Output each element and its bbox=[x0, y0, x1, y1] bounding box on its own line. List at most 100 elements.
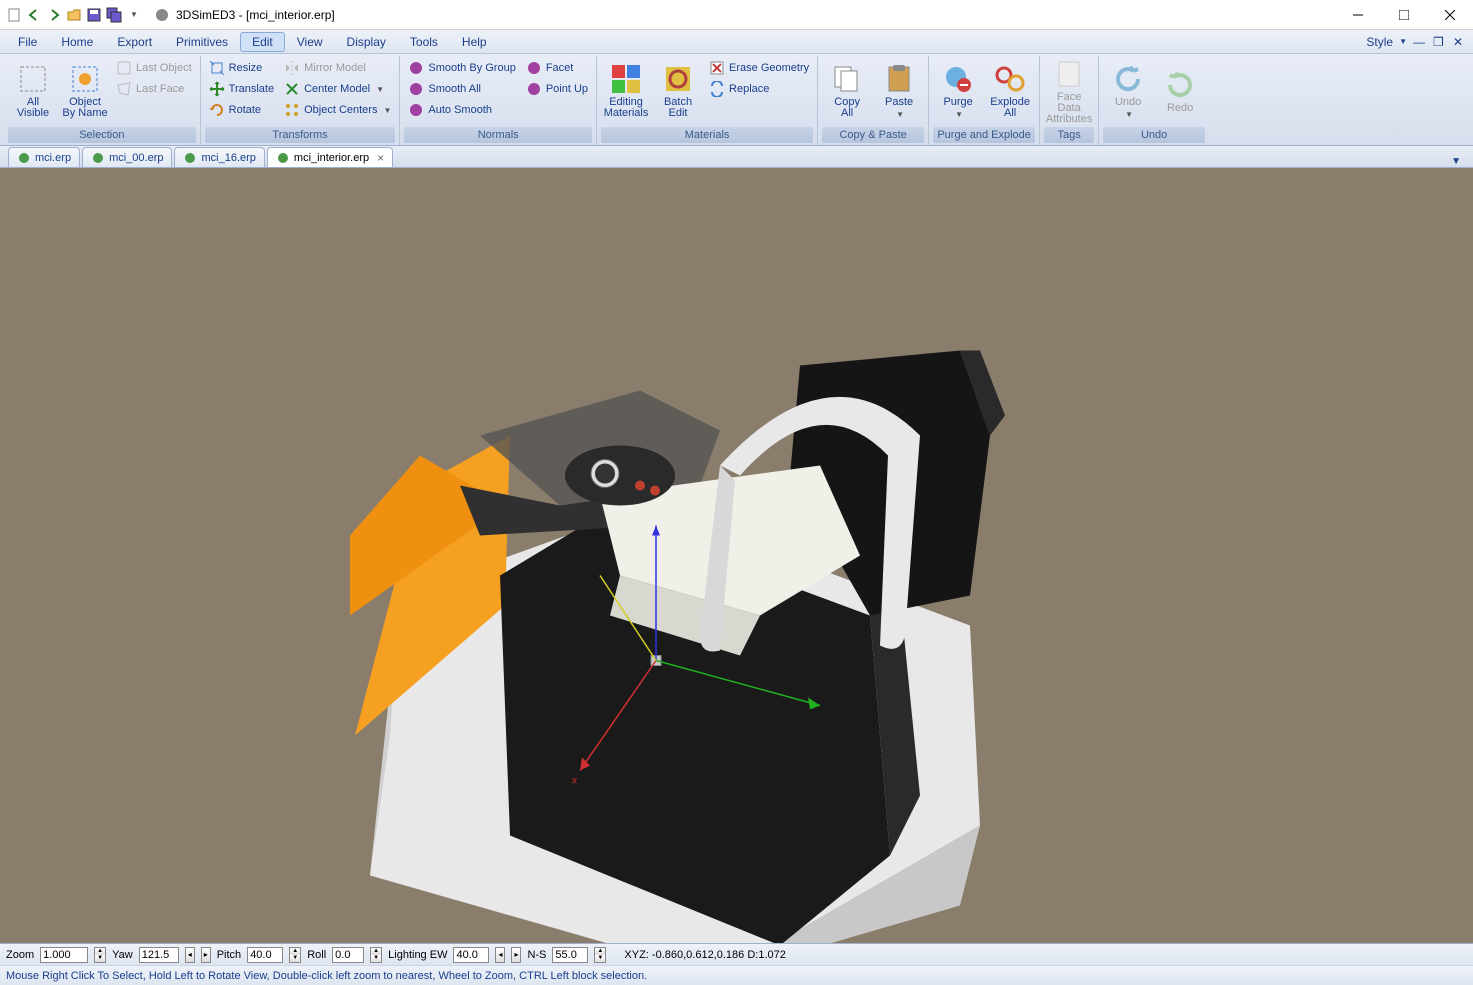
rotate-button[interactable]: Rotate bbox=[205, 100, 278, 120]
erase-geometry-button[interactable]: Erase Geometry bbox=[705, 58, 813, 78]
chevron-down-icon: ▼ bbox=[376, 85, 384, 94]
select-name-icon bbox=[69, 63, 101, 95]
paste-icon bbox=[883, 63, 915, 95]
ribbon-group-tags: Face Data Attributes Tags bbox=[1040, 56, 1099, 145]
ns-input[interactable] bbox=[552, 947, 588, 963]
ribbon-group-normals: Smooth By Group Smooth All Auto Smooth F… bbox=[400, 56, 597, 145]
mdi-minimize-icon[interactable]: — bbox=[1413, 35, 1427, 49]
resize-icon bbox=[209, 60, 225, 76]
yaw-left-button[interactable]: ◂ bbox=[185, 947, 195, 963]
minimize-button[interactable] bbox=[1335, 0, 1381, 30]
tab-mci-00[interactable]: mci_00.erp bbox=[82, 147, 172, 167]
close-tab-icon[interactable]: × bbox=[377, 151, 384, 165]
tab-mci-16[interactable]: mci_16.erp bbox=[174, 147, 264, 167]
object-centers-button[interactable]: Object Centers▼ bbox=[280, 100, 395, 120]
ribbon-group-selection: All Visible Object By Name Last Object L… bbox=[4, 56, 201, 145]
centers-icon bbox=[284, 102, 300, 118]
batch-edit-button[interactable]: Batch Edit bbox=[653, 58, 703, 124]
quick-access-toolbar: ▼ bbox=[0, 7, 148, 23]
copy-all-button[interactable]: Copy All bbox=[822, 58, 872, 124]
facet-button[interactable]: Facet bbox=[522, 58, 592, 78]
viewport-3d[interactable]: x bbox=[0, 168, 1473, 943]
pitch-label: Pitch bbox=[217, 949, 241, 961]
erase-icon bbox=[709, 60, 725, 76]
pitch-input[interactable] bbox=[247, 947, 283, 963]
status-bar-controls: Zoom ▲▼ Yaw ◂ ▸ Pitch ▲▼ Roll ▲▼ Lightin… bbox=[0, 943, 1473, 965]
all-visible-button[interactable]: All Visible bbox=[8, 58, 58, 124]
yaw-right-button[interactable]: ▸ bbox=[201, 947, 211, 963]
center-model-button[interactable]: Center Model▼ bbox=[280, 79, 395, 99]
mdi-close-icon[interactable]: ✕ bbox=[1453, 35, 1467, 49]
last-face-button: Last Face bbox=[112, 79, 196, 99]
zoom-spinner[interactable]: ▲▼ bbox=[94, 947, 106, 963]
menu-export[interactable]: Export bbox=[105, 32, 164, 52]
replace-button[interactable]: Replace bbox=[705, 79, 813, 99]
viewport-canvas: x bbox=[0, 168, 1473, 943]
doc-icon bbox=[17, 151, 31, 165]
resize-button[interactable]: Resize bbox=[205, 58, 278, 78]
editing-materials-button[interactable]: Editing Materials bbox=[601, 58, 651, 124]
light-right-button[interactable]: ▸ bbox=[511, 947, 521, 963]
menu-home[interactable]: Home bbox=[49, 32, 105, 52]
explode-all-button[interactable]: Explode All bbox=[985, 58, 1035, 124]
menu-display[interactable]: Display bbox=[335, 32, 398, 52]
style-dropdown-icon[interactable]: ▼ bbox=[1399, 37, 1407, 46]
chevron-down-icon: ▼ bbox=[955, 110, 963, 119]
tab-mci[interactable]: mci.erp bbox=[8, 147, 80, 167]
tab-mci-interior[interactable]: mci_interior.erp× bbox=[267, 147, 393, 167]
pitch-spinner[interactable]: ▲▼ bbox=[289, 947, 301, 963]
roll-input[interactable] bbox=[332, 947, 364, 963]
ribbon-label-purge-explode: Purge and Explode bbox=[933, 127, 1035, 143]
menu-style[interactable]: Style bbox=[1366, 35, 1393, 49]
batch-icon bbox=[662, 63, 694, 95]
qat-forward-icon[interactable] bbox=[46, 7, 62, 23]
tabs-menu-icon[interactable]: ▼ bbox=[1451, 156, 1465, 167]
mirror-icon bbox=[284, 60, 300, 76]
window-controls bbox=[1335, 0, 1473, 30]
close-button[interactable] bbox=[1427, 0, 1473, 30]
ribbon-label-selection: Selection bbox=[8, 127, 196, 143]
ribbon-label-copy-paste: Copy & Paste bbox=[822, 127, 924, 143]
ribbon-label-tags: Tags bbox=[1044, 127, 1094, 143]
qat-save-icon[interactable] bbox=[86, 7, 102, 23]
undo-icon bbox=[1112, 63, 1144, 95]
qat-open-icon[interactable] bbox=[66, 7, 82, 23]
zoom-input[interactable] bbox=[40, 947, 88, 963]
smooth-all-button[interactable]: Smooth All bbox=[404, 79, 519, 99]
object-by-name-button[interactable]: Object By Name bbox=[60, 58, 110, 124]
qat-new-icon[interactable] bbox=[6, 7, 22, 23]
undo-button: Undo▼ bbox=[1103, 58, 1153, 124]
menu-tools[interactable]: Tools bbox=[398, 32, 450, 52]
ribbon-group-copy-paste: Copy All Paste▼ Copy & Paste bbox=[818, 56, 929, 145]
roll-label: Roll bbox=[307, 949, 326, 961]
paste-button[interactable]: Paste▼ bbox=[874, 58, 924, 124]
sphere-icon bbox=[408, 102, 424, 118]
menu-help[interactable]: Help bbox=[450, 32, 499, 52]
mdi-restore-icon[interactable]: ❐ bbox=[1433, 35, 1447, 49]
tag-icon bbox=[1053, 58, 1085, 90]
window-title: 3DSimED3 - [mci_interior.erp] bbox=[176, 8, 1335, 22]
purge-button[interactable]: Purge▼ bbox=[933, 58, 983, 124]
ns-spinner[interactable]: ▲▼ bbox=[594, 947, 606, 963]
status-bar-hint: Mouse Right Click To Select, Hold Left t… bbox=[0, 965, 1473, 985]
menu-view[interactable]: View bbox=[285, 32, 335, 52]
redo-button: Redo bbox=[1155, 58, 1205, 124]
light-left-button[interactable]: ◂ bbox=[495, 947, 505, 963]
maximize-button[interactable] bbox=[1381, 0, 1427, 30]
menu-edit[interactable]: Edit bbox=[240, 32, 285, 52]
menu-file[interactable]: File bbox=[6, 32, 49, 52]
translate-button[interactable]: Translate bbox=[205, 79, 278, 99]
smooth-by-group-button[interactable]: Smooth By Group bbox=[404, 58, 519, 78]
light-input[interactable] bbox=[453, 947, 489, 963]
auto-smooth-button[interactable]: Auto Smooth bbox=[404, 100, 519, 120]
roll-spinner[interactable]: ▲▼ bbox=[370, 947, 382, 963]
materials-icon bbox=[610, 63, 642, 95]
qat-back-icon[interactable] bbox=[26, 7, 42, 23]
yaw-input[interactable] bbox=[139, 947, 179, 963]
mirror-model-button[interactable]: Mirror Model bbox=[280, 58, 395, 78]
qat-saveall-icon[interactable] bbox=[106, 7, 122, 23]
titlebar: ▼ 3DSimED3 - [mci_interior.erp] bbox=[0, 0, 1473, 30]
menu-primitives[interactable]: Primitives bbox=[164, 32, 240, 52]
point-up-button[interactable]: Point Up bbox=[522, 79, 592, 99]
qat-dropdown-icon[interactable]: ▼ bbox=[126, 7, 142, 23]
